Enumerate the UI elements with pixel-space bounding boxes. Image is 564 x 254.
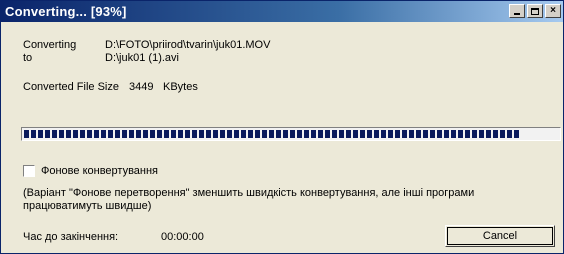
source-label: Converting xyxy=(23,39,77,51)
file-size-unit: KBytes xyxy=(163,81,198,93)
background-conversion-note: (Варіант "Фонове перетворення" зменшить … xyxy=(23,187,475,212)
source-path: D:\FOTO\priirod\tvarin\juk01.MOV xyxy=(105,39,271,51)
time-remaining-value: 00:00:00 xyxy=(161,231,204,243)
title-bar[interactable]: Converting... [93%] × xyxy=(1,1,563,22)
progress-bar xyxy=(21,127,561,141)
maximize-button[interactable] xyxy=(527,4,543,18)
maximize-icon xyxy=(531,7,539,15)
time-remaining-label: Час до закінчення: xyxy=(23,231,119,243)
converting-dialog: Converting... [93%] × Converting D:\FOTO… xyxy=(0,0,564,254)
destination-path: D:\juk01 (1).avi xyxy=(105,52,179,64)
background-conversion-option[interactable]: Фонове конвертування xyxy=(23,165,158,177)
close-button[interactable]: × xyxy=(545,4,561,18)
minimize-button[interactable] xyxy=(509,4,525,18)
file-size-value: 3449 xyxy=(129,81,154,93)
window-controls: × xyxy=(509,4,561,18)
close-icon: × xyxy=(550,5,556,16)
minimize-icon xyxy=(514,12,520,15)
cancel-button[interactable]: Cancel xyxy=(445,225,555,247)
destination-label: to xyxy=(23,52,33,64)
background-conversion-label: Фонове конвертування xyxy=(41,165,159,177)
window-title: Converting... [93%] xyxy=(5,4,127,19)
background-conversion-checkbox[interactable] xyxy=(23,165,35,177)
progress-bar-fill xyxy=(24,130,521,138)
file-size-label: Converted File Size xyxy=(23,81,119,93)
